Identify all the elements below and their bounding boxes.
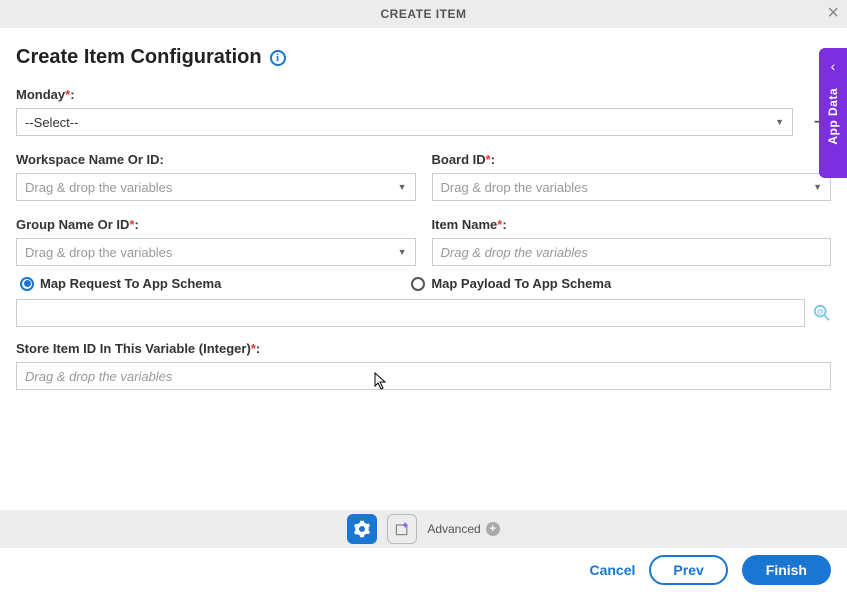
footer-toolbar: Advanced + (0, 510, 847, 548)
svg-text:@: @ (817, 307, 824, 316)
chevron-down-icon: ▼ (813, 182, 822, 192)
radio-unselected-icon (411, 277, 425, 291)
dialog-header: CREATE ITEM × (0, 0, 847, 28)
content-area: Create Item Configuration i Monday*: --S… (0, 28, 847, 512)
field-item-name: Item Name*: Drag & drop the variables (432, 217, 832, 266)
board-input[interactable]: Drag & drop the variables ▼ (432, 173, 832, 201)
cancel-button[interactable]: Cancel (589, 562, 635, 578)
footer-buttons: Cancel Prev Finish (0, 548, 847, 592)
plus-circle-icon: + (486, 522, 500, 536)
dialog-title: CREATE ITEM (381, 7, 467, 21)
chevron-down-icon: ▼ (398, 247, 407, 257)
radio-request-label: Map Request To App Schema (40, 276, 221, 291)
field-store-item-id: Store Item ID In This Variable (Integer)… (16, 341, 831, 390)
chevron-left-icon: ‹ (831, 58, 836, 74)
field-board: Board ID*: Drag & drop the variables ▼ (432, 152, 832, 201)
chevron-down-icon: ▼ (398, 182, 407, 192)
workspace-placeholder: Drag & drop the variables (25, 180, 172, 195)
workspace-label: Workspace Name Or ID: (16, 152, 416, 167)
board-label: Board ID*: (432, 152, 832, 167)
monday-select[interactable]: --Select-- ▼ (16, 108, 793, 136)
store-item-id-input[interactable]: Drag & drop the variables (16, 362, 831, 390)
finish-button[interactable]: Finish (742, 555, 831, 585)
schema-input-row: @ (16, 299, 831, 327)
monday-select-value: --Select-- (25, 115, 78, 130)
app-data-label: App Data (826, 88, 840, 145)
schema-input[interactable] (16, 299, 805, 327)
store-label: Store Item ID In This Variable (Integer)… (16, 341, 831, 356)
item-label: Item Name*: (432, 217, 832, 232)
group-placeholder: Drag & drop the variables (25, 245, 172, 260)
group-label: Group Name Or ID*: (16, 217, 416, 232)
store-placeholder: Drag & drop the variables (25, 369, 172, 384)
schema-radio-row: Map Request To App Schema Map Payload To… (16, 276, 831, 291)
close-icon[interactable]: × (827, 3, 839, 23)
page-title: Create Item Configuration (16, 46, 262, 69)
radio-map-payload[interactable]: Map Payload To App Schema (411, 276, 611, 291)
advanced-label: Advanced (427, 522, 480, 536)
info-icon[interactable]: i (270, 50, 286, 66)
radio-selected-icon (20, 277, 34, 291)
radio-map-request[interactable]: Map Request To App Schema (20, 276, 221, 291)
settings-button[interactable] (347, 514, 377, 544)
monday-label: Monday*: (16, 87, 831, 102)
app-data-panel-toggle[interactable]: ‹ App Data (819, 48, 847, 178)
chevron-down-icon: ▼ (775, 117, 784, 127)
field-group-name: Group Name Or ID*: Drag & drop the varia… (16, 217, 416, 266)
field-workspace: Workspace Name Or ID: Drag & drop the va… (16, 152, 416, 201)
group-input[interactable]: Drag & drop the variables ▼ (16, 238, 416, 266)
advanced-toggle[interactable]: Advanced + (427, 522, 499, 536)
item-name-placeholder: Drag & drop the variables (441, 245, 588, 260)
field-monday: Monday*: --Select-- ▼ + (16, 87, 831, 136)
gear-icon (353, 520, 371, 538)
prev-button[interactable]: Prev (649, 555, 727, 585)
schema-browse-icon[interactable]: @ (813, 304, 831, 322)
new-window-icon (394, 521, 410, 537)
board-placeholder: Drag & drop the variables (441, 180, 588, 195)
workspace-input[interactable]: Drag & drop the variables ▼ (16, 173, 416, 201)
new-window-button[interactable] (387, 514, 417, 544)
page-title-row: Create Item Configuration i (16, 46, 286, 69)
item-name-input[interactable]: Drag & drop the variables (432, 238, 832, 266)
radio-payload-label: Map Payload To App Schema (431, 276, 611, 291)
